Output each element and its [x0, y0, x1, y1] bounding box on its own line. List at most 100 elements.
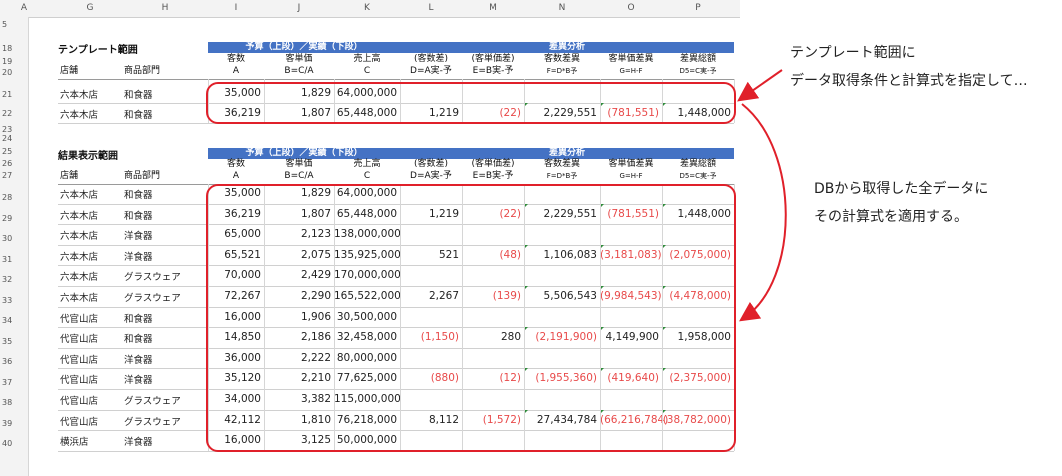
template-highlight-box [206, 82, 736, 124]
column-header-line2: B=C/A [284, 171, 314, 181]
row-number[interactable]: 30 [0, 234, 28, 243]
annotation-result-line1: DBから取得した全データに [814, 181, 989, 197]
table-cell-label[interactable]: 洋食器 [124, 352, 153, 366]
table-cell-label[interactable]: 代官山店 [60, 352, 98, 366]
template-title: テンプレート範囲 [58, 45, 138, 56]
column-header-line1: 売上高 [353, 159, 381, 169]
row-number[interactable]: 19 [0, 57, 28, 66]
column-header-line1: 差異総額 [679, 54, 716, 64]
column-letter[interactable]: P [662, 3, 734, 13]
row-number[interactable]: 18 [0, 44, 28, 53]
column-letter[interactable]: A [18, 3, 30, 13]
table-cell-label[interactable]: 和食器 [124, 87, 153, 101]
column-header-bar: A GHIJKLMNOP [0, 0, 740, 18]
table-cell-label[interactable]: 横浜店 [60, 434, 89, 448]
table-cell-label[interactable]: 六本木店 [60, 269, 98, 283]
column-header-line2: D=A実-予 [410, 66, 452, 76]
table-cell-label[interactable]: 和食器 [124, 208, 153, 222]
table-cell-label[interactable]: 六本木店 [60, 208, 98, 222]
row-number[interactable]: 37 [0, 378, 28, 387]
column-header-line1: 客単価差異 [608, 54, 654, 64]
table-cell-label[interactable]: グラスウェア [124, 290, 181, 304]
table-cell-label[interactable]: 洋食器 [124, 249, 153, 263]
column-letter[interactable]: L [400, 3, 462, 13]
header-rule [58, 79, 734, 80]
column-letter[interactable]: I [208, 3, 264, 13]
table-cell-label[interactable]: 代官山店 [60, 311, 98, 325]
column-header-line2: 商品部門 [124, 171, 161, 181]
column-header-line2: F=D*B予 [546, 67, 578, 75]
column-header-line2: A [232, 66, 240, 76]
table-cell-label[interactable]: 和食器 [124, 331, 153, 345]
column-header-line2: C [363, 66, 371, 76]
table-cell-label[interactable]: 洋食器 [124, 434, 153, 448]
column-header-line1: 客単価 [285, 159, 313, 169]
row-header-bar [0, 17, 29, 476]
table-cell-label[interactable]: 和食器 [124, 311, 153, 325]
table-cell-label[interactable]: 六本木店 [60, 290, 98, 304]
table-cell-label[interactable]: 和食器 [124, 107, 153, 121]
column-letter[interactable]: K [334, 3, 400, 13]
column-header-line2: C [363, 171, 371, 181]
column-letter[interactable]: H [122, 3, 208, 13]
table-cell-label[interactable]: 代官山店 [60, 331, 98, 345]
column-header-line1: 客単価差異 [608, 159, 654, 169]
column-header-line2: 店舗 [60, 171, 79, 181]
annotation-template-line1: テンプレート範囲に [790, 45, 916, 61]
row-number[interactable]: 5 [0, 20, 28, 29]
table-cell-label[interactable]: 洋食器 [124, 228, 153, 242]
row-number[interactable]: 26 [0, 159, 28, 168]
table-cell-label[interactable]: グラスウェア [124, 414, 181, 428]
row-number[interactable]: 24 [0, 134, 28, 143]
row-number[interactable]: 38 [0, 398, 28, 407]
column-letter[interactable]: J [264, 3, 334, 13]
table-cell-label[interactable]: 和食器 [124, 187, 153, 201]
row-number[interactable]: 27 [0, 171, 28, 180]
table-cell-label[interactable]: 代官山店 [60, 393, 98, 407]
column-header-line1: (客数差) [413, 54, 449, 64]
row-number[interactable]: 34 [0, 316, 28, 325]
column-letter[interactable]: G [58, 3, 122, 13]
annotation-template-line2: データ取得条件と計算式を指定して… [790, 73, 1028, 89]
column-header-line1: 客数差異 [543, 159, 580, 169]
row-number[interactable]: 29 [0, 214, 28, 223]
column-header-line2: G=H-F [619, 172, 643, 180]
row-number[interactable]: 25 [0, 147, 28, 156]
table-cell-label[interactable]: 六本木店 [60, 228, 98, 242]
table-cell-label[interactable]: グラスウェア [124, 269, 181, 283]
table-cell-label[interactable]: グラスウェア [124, 393, 181, 407]
row-number[interactable]: 31 [0, 255, 28, 264]
column-letter[interactable]: M [462, 3, 524, 13]
table-cell-label[interactable]: 代官山店 [60, 414, 98, 428]
result-band-analysis: 差異分析 [400, 148, 734, 159]
column-letter[interactable]: N [524, 3, 600, 13]
column-header-line1: (客数差) [413, 159, 449, 169]
column-header-line1: 客単価 [285, 54, 313, 64]
row-number[interactable]: 36 [0, 357, 28, 366]
row-number[interactable]: 20 [0, 68, 28, 77]
arrow-to-result [739, 103, 787, 322]
column-header-line2: F=D*B予 [546, 172, 578, 180]
row-number[interactable]: 32 [0, 275, 28, 284]
row-number[interactable]: 40 [0, 439, 28, 448]
row-number[interactable]: 22 [0, 109, 28, 118]
table-cell-label[interactable]: 六本木店 [60, 87, 98, 101]
row-number[interactable]: 23 [0, 125, 28, 134]
row-number[interactable]: 35 [0, 337, 28, 346]
column-letter[interactable]: O [600, 3, 662, 13]
column-header-line1: 差異総額 [679, 159, 716, 169]
table-cell-label[interactable]: 代官山店 [60, 372, 98, 386]
table-cell-label[interactable]: 六本木店 [60, 107, 98, 121]
row-number[interactable]: 33 [0, 296, 28, 305]
table-cell-label[interactable]: 六本木店 [60, 187, 98, 201]
column-header-line2: D5=C実-予 [679, 172, 717, 180]
result-highlight-box [206, 184, 736, 452]
column-header-line2: E=B実-予 [472, 66, 514, 76]
row-number[interactable]: 39 [0, 419, 28, 428]
row-number[interactable]: 28 [0, 193, 28, 202]
column-header-line2: A [232, 171, 240, 181]
column-header-line1: 客数 [226, 159, 245, 169]
table-cell-label[interactable]: 六本木店 [60, 249, 98, 263]
table-cell-label[interactable]: 洋食器 [124, 372, 153, 386]
row-number[interactable]: 21 [0, 90, 28, 99]
